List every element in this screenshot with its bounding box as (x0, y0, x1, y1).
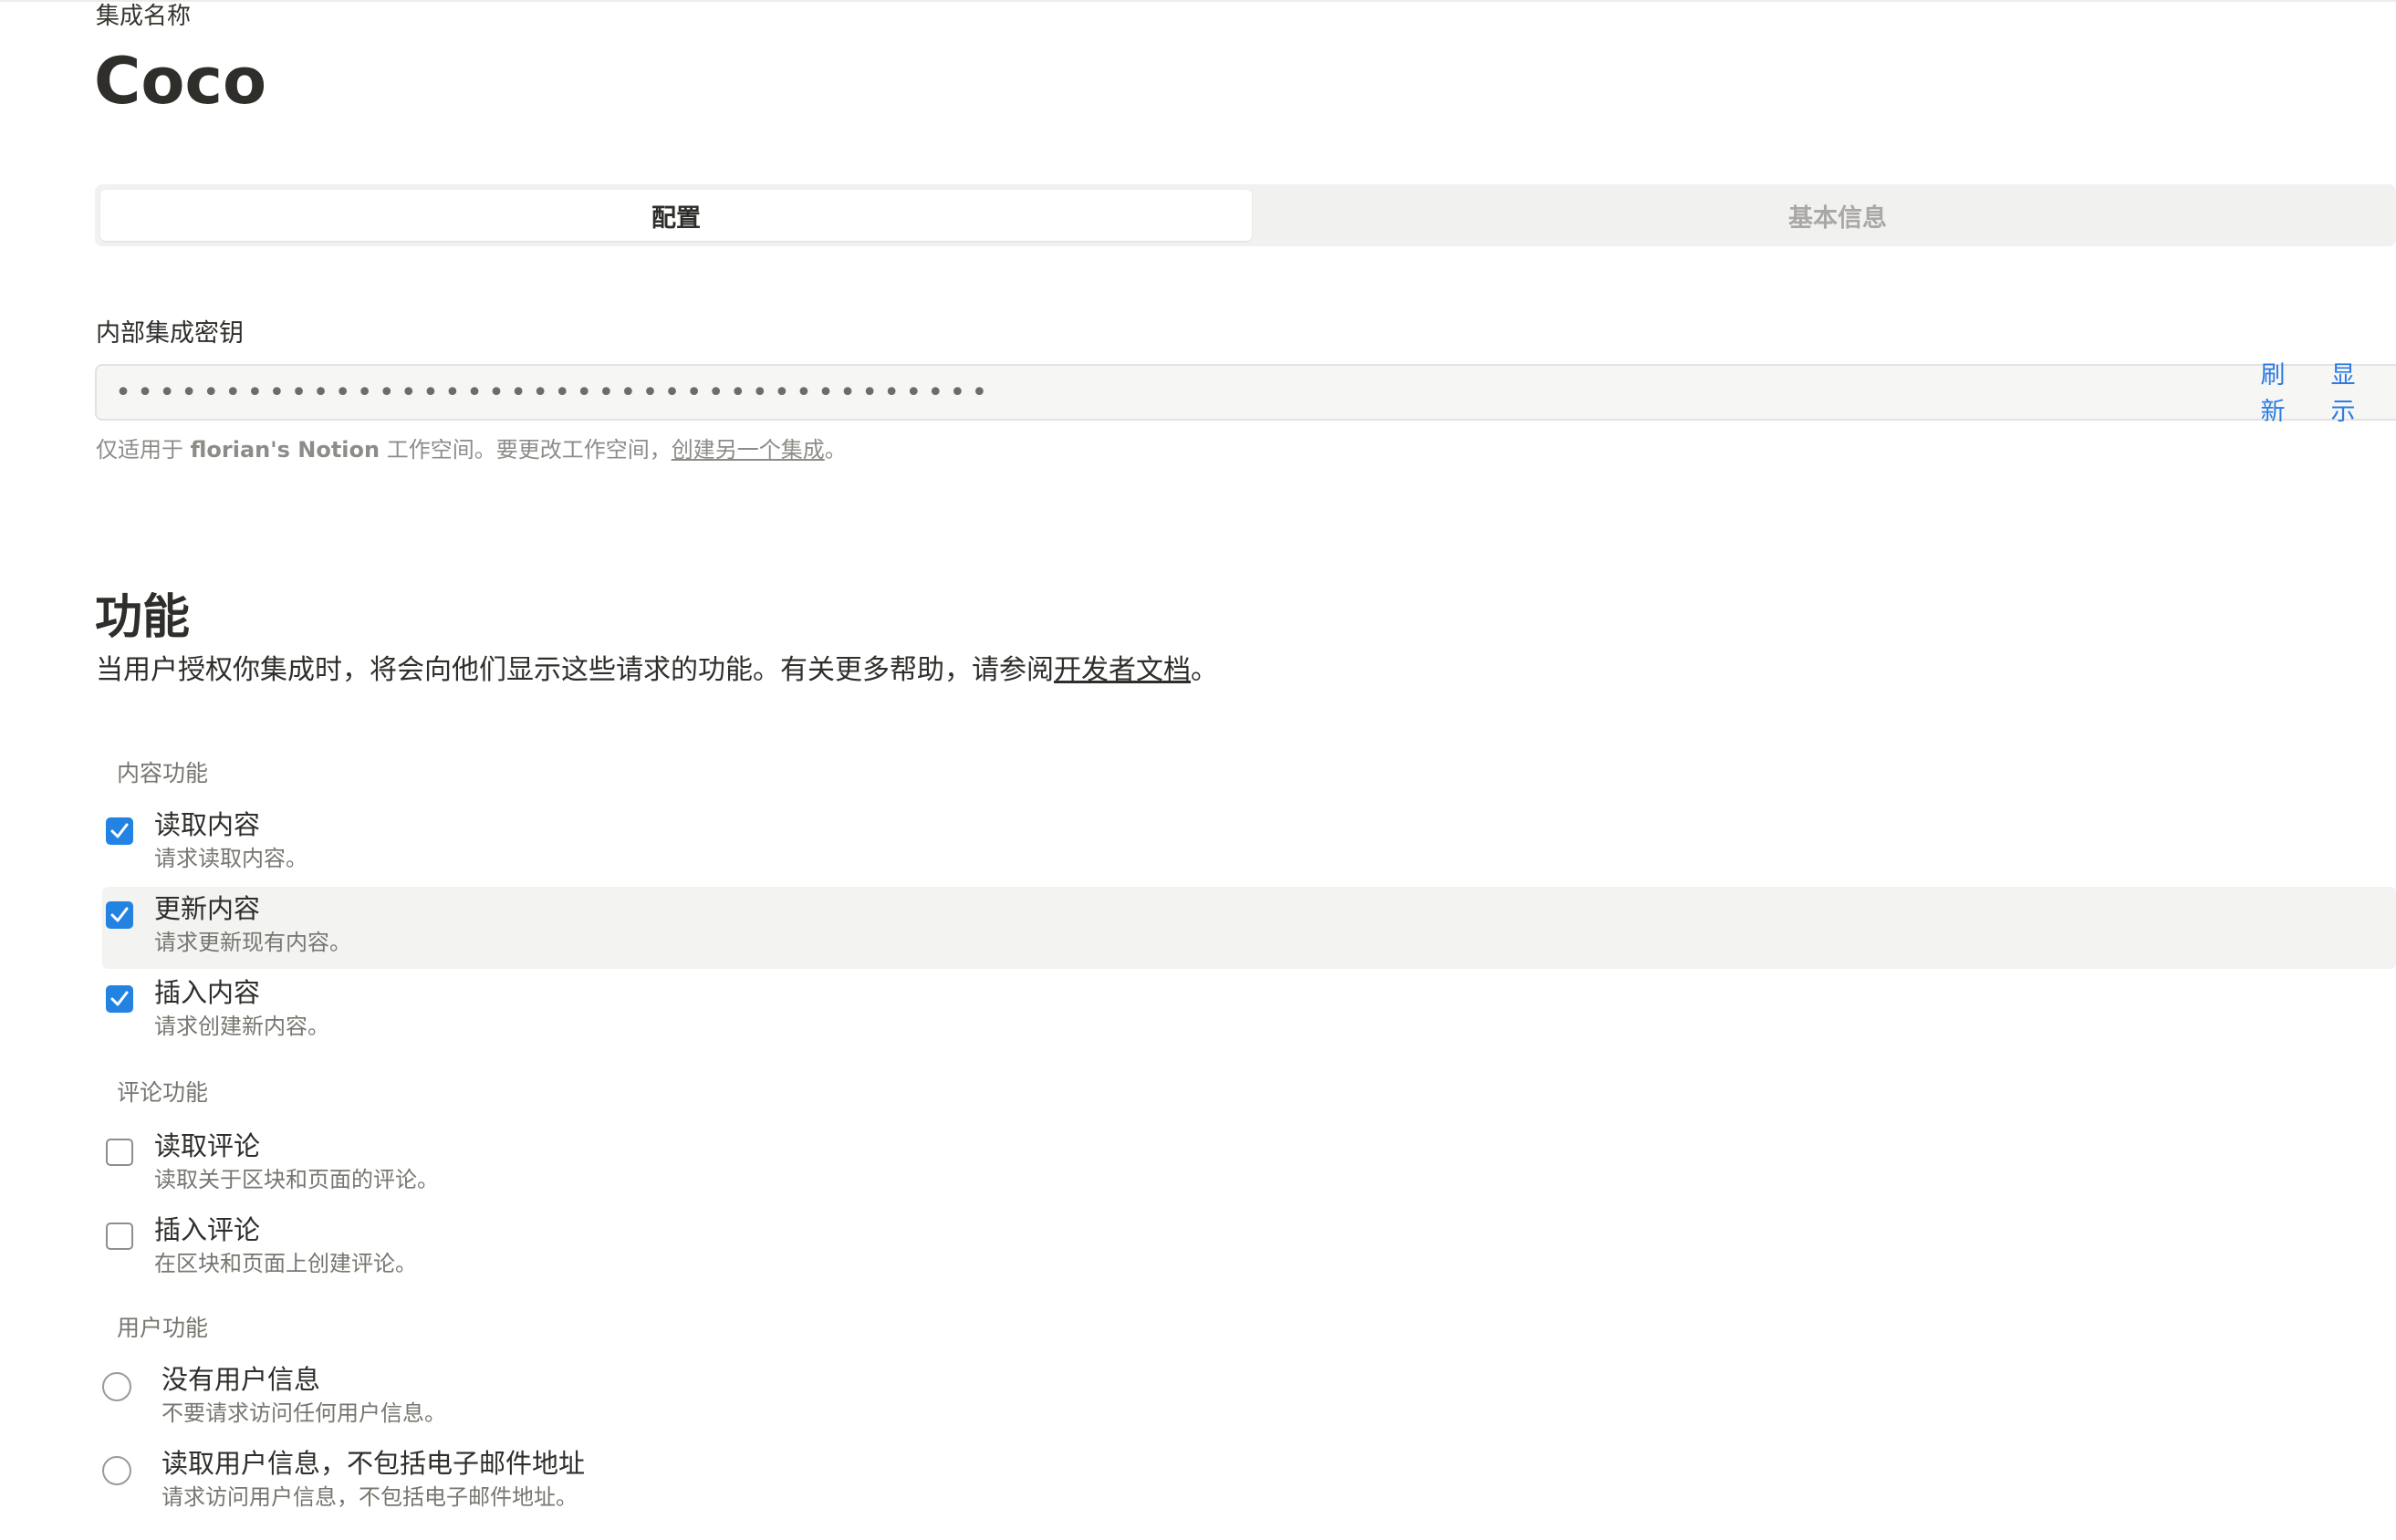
capabilities-desc-text: 当用户授权你集成时，将会向他们显示这些请求的功能。有关更多帮助，请参阅 (96, 654, 1054, 686)
check-icon (110, 823, 129, 838)
capability-title: 读取内容 (154, 809, 261, 840)
tab-basic-info[interactable]: 基本信息 (1254, 190, 2396, 241)
capability-desc: 不要请求访问任何用户信息。 (161, 1400, 446, 1426)
integration-name-label: 集成名称 (96, 3, 192, 30)
show-secret-button[interactable]: 显示 (2325, 358, 2361, 431)
capability-title: 读取评论 (154, 1130, 261, 1161)
capability-read-user-no-email[interactable]: 读取用户信息，不包括电子邮件地址 请求访问用户信息，不包括电子邮件地址。 (102, 1441, 2396, 1524)
capability-insert-comments[interactable]: 插入评论 在区块和页面上创建评论。 (102, 1208, 2396, 1290)
content-capabilities-label: 内容功能 (117, 760, 209, 786)
integration-name-title: Coco (94, 44, 267, 119)
user-capabilities-label: 用户功能 (117, 1315, 209, 1341)
capabilities-description: 当用户授权你集成时，将会向他们显示这些请求的功能。有关更多帮助，请参阅开发者文档… (96, 651, 1218, 690)
helper-middle: 工作空间。要更改工作空间， (380, 437, 672, 463)
create-integration-link[interactable]: 创建另一个集成 (672, 437, 825, 463)
internal-secret-field[interactable]: •••••••••••••••••••••••••••••••••••••••• (95, 364, 2396, 421)
update-content-checkbox[interactable] (106, 901, 133, 929)
insert-comments-checkbox[interactable] (106, 1223, 133, 1250)
read-user-no-email-radio[interactable] (102, 1456, 131, 1485)
read-content-checkbox[interactable] (106, 817, 133, 845)
capability-title: 没有用户信息 (161, 1364, 321, 1395)
capability-insert-content[interactable]: 插入内容 请求创建新内容。 (102, 971, 2396, 1053)
tab-configuration[interactable]: 配置 (100, 190, 1252, 241)
comment-capabilities-label: 评论功能 (117, 1079, 209, 1106)
insert-content-checkbox[interactable] (106, 985, 133, 1013)
capability-no-user-info[interactable]: 没有用户信息 不要请求访问任何用户信息。 (102, 1358, 2396, 1440)
helper-suffix: 。 (824, 437, 847, 463)
integration-settings-page: 集成名称 Coco 配置 基本信息 内部集成密钥 •••••••••••••••… (0, 0, 2396, 1540)
capability-desc: 读取关于区块和页面的评论。 (154, 1167, 439, 1192)
capabilities-desc-suffix: 。 (1191, 654, 1218, 686)
capability-desc: 请求访问用户信息，不包括电子邮件地址。 (161, 1484, 578, 1510)
helper-workspace-name: florian's Notion (190, 437, 380, 463)
refresh-secret-button[interactable]: 刷新 (2255, 358, 2291, 431)
no-user-info-radio[interactable] (102, 1372, 131, 1401)
check-icon (110, 907, 129, 922)
developer-docs-link[interactable]: 开发者文档 (1054, 654, 1191, 686)
capability-title: 读取用户信息，不包括电子邮件地址 (161, 1448, 586, 1479)
secret-helper-text: 仅适用于 florian's Notion 工作空间。要更改工作空间，创建另一个… (96, 433, 847, 466)
capability-title: 更新内容 (154, 893, 261, 924)
capability-desc: 请求更新现有内容。 (154, 930, 351, 955)
capability-desc: 请求创建新内容。 (154, 1014, 329, 1039)
internal-secret-label: 内部集成密钥 (96, 319, 244, 348)
check-icon (110, 991, 129, 1006)
top-divider (0, 0, 2396, 2)
capability-desc: 在区块和页面上创建评论。 (154, 1251, 417, 1276)
capability-update-content[interactable]: 更新内容 请求更新现有内容。 (102, 887, 2396, 969)
capability-title: 插入内容 (154, 977, 261, 1008)
secret-masked-value: •••••••••••••••••••••••••••••••••••••••• (115, 377, 994, 409)
capability-read-content[interactable]: 读取内容 请求读取内容。 (102, 803, 2396, 885)
read-comments-checkbox[interactable] (106, 1139, 133, 1166)
helper-prefix: 仅适用于 (96, 437, 191, 463)
capability-title: 插入评论 (154, 1214, 261, 1245)
capability-desc: 请求读取内容。 (154, 846, 307, 871)
capability-read-comments[interactable]: 读取评论 读取关于区块和页面的评论。 (102, 1124, 2396, 1206)
settings-tabs: 配置 基本信息 (95, 184, 2396, 246)
capabilities-title: 功能 (95, 590, 191, 645)
